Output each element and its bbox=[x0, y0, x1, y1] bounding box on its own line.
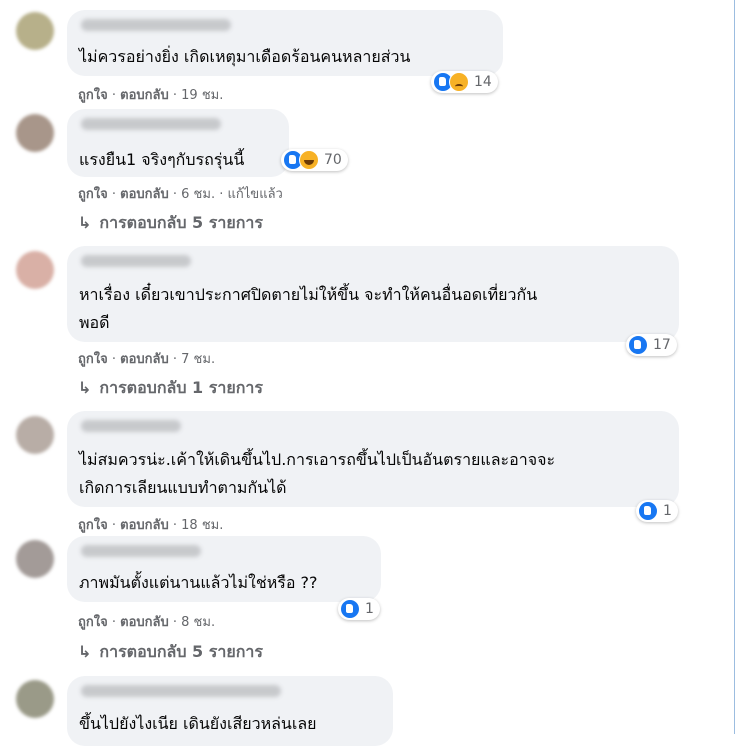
like-link[interactable]: ถูกใจ bbox=[78, 518, 108, 533]
replies-label: การตอบกลับ 5 รายการ bbox=[99, 213, 263, 232]
avatar[interactable] bbox=[16, 251, 54, 289]
timestamp[interactable]: 19 ชม. bbox=[181, 88, 223, 103]
reply-arrow-icon: ↳ bbox=[78, 642, 92, 661]
comment-bubble: ขึ้นไปยังไงเนีย เดินยังเสียวหล่นเลย bbox=[67, 676, 393, 746]
reaction-count: 1 bbox=[663, 503, 672, 519]
comment-meta: ถูกใจ · ตอบกลับ · 6 ชม. · แก้ไขแล้ว bbox=[78, 187, 283, 202]
replies-label: การตอบกลับ 1 รายการ bbox=[99, 378, 263, 397]
comment-text: แรงยืน1 จริงๆกับรถรุ่นนี้ bbox=[79, 150, 245, 169]
timestamp[interactable]: 6 ชม. bbox=[181, 187, 215, 202]
comment-bubble: ไม่สมควรน่ะ.เค้าให้เดินขึ้นไป.การเอารถขึ… bbox=[67, 411, 679, 507]
comment-meta: ถูกใจ · ตอบกลับ · 7 ชม. bbox=[78, 352, 216, 367]
comment-text: ภาพมันตั้งแต่นานแล้วไม่ใช่หรือ ?? bbox=[79, 573, 318, 592]
comment-text-line: หาเรื่อง เดี๋ยวเขาประกาศปิดตายไม่ให้ขึ้น… bbox=[79, 285, 538, 304]
author-name-blurred[interactable] bbox=[81, 118, 221, 130]
like-link[interactable]: ถูกใจ bbox=[78, 352, 108, 367]
sad-icon bbox=[449, 72, 469, 92]
author-name-blurred[interactable] bbox=[81, 255, 191, 267]
reply-link[interactable]: ตอบกลับ bbox=[120, 187, 169, 202]
author-name-blurred[interactable] bbox=[81, 420, 181, 432]
comment-meta: ถูกใจ · ตอบกลับ · 19 ชม. bbox=[78, 88, 224, 103]
comment-bubble: แรงยืน1 จริงๆกับรถรุ่นนี้ bbox=[67, 109, 289, 177]
avatar[interactable] bbox=[16, 540, 54, 578]
like-link[interactable]: ถูกใจ bbox=[78, 88, 108, 103]
author-name-blurred[interactable] bbox=[81, 19, 231, 31]
comment-text-line: พอดี bbox=[79, 313, 110, 332]
timestamp[interactable]: 8 ชม. bbox=[181, 615, 215, 630]
comment-bubble: ไม่ควรอย่างยิ่ง เกิดเหตุมาเดือดร้อนคนหลา… bbox=[67, 10, 503, 76]
view-replies-link[interactable]: ↳ การตอบกลับ 5 รายการ bbox=[78, 640, 263, 665]
comment-meta: ถูกใจ · ตอบกลับ · 8 ชม. bbox=[78, 615, 216, 630]
reaction-summary[interactable]: 1 bbox=[636, 500, 678, 522]
avatar[interactable] bbox=[16, 12, 54, 50]
comment-bubble: หาเรื่อง เดี๋ยวเขาประกาศปิดตายไม่ให้ขึ้น… bbox=[67, 246, 679, 342]
reply-arrow-icon: ↳ bbox=[78, 378, 92, 397]
like-link[interactable]: ถูกใจ bbox=[78, 187, 108, 202]
timestamp[interactable]: 18 ชม. bbox=[181, 518, 223, 533]
replies-label: การตอบกลับ 5 รายการ bbox=[99, 642, 263, 661]
reply-arrow-icon: ↳ bbox=[78, 213, 92, 232]
reaction-count: 14 bbox=[474, 74, 492, 90]
reply-link[interactable]: ตอบกลับ bbox=[120, 352, 169, 367]
reaction-count: 1 bbox=[365, 601, 374, 617]
reply-link[interactable]: ตอบกลับ bbox=[120, 518, 169, 533]
like-icon bbox=[628, 335, 648, 355]
reaction-count: 17 bbox=[653, 337, 671, 353]
avatar[interactable] bbox=[16, 680, 54, 718]
comment-bubble: ภาพมันตั้งแต่นานแล้วไม่ใช่หรือ ?? bbox=[67, 536, 381, 602]
timestamp[interactable]: 7 ชม. bbox=[181, 352, 215, 367]
reaction-summary[interactable]: 70 bbox=[281, 149, 348, 171]
comment-text-line: เกิดการเลียนแบบทำตามกันได้ bbox=[79, 478, 287, 497]
reaction-summary[interactable]: 1 bbox=[338, 598, 380, 620]
edited-label[interactable]: แก้ไขแล้ว bbox=[228, 187, 283, 202]
reaction-summary[interactable]: 14 bbox=[431, 71, 498, 93]
view-replies-link[interactable]: ↳ การตอบกลับ 5 รายการ bbox=[78, 211, 263, 236]
reply-link[interactable]: ตอบกลับ bbox=[120, 615, 169, 630]
reply-link[interactable]: ตอบกลับ bbox=[120, 88, 169, 103]
reaction-summary[interactable]: 17 bbox=[626, 334, 677, 356]
author-name-blurred[interactable] bbox=[81, 545, 201, 557]
avatar[interactable] bbox=[16, 416, 54, 454]
comment-text: ไม่ควรอย่างยิ่ง เกิดเหตุมาเดือดร้อนคนหลา… bbox=[79, 47, 411, 66]
like-link[interactable]: ถูกใจ bbox=[78, 615, 108, 630]
view-replies-link[interactable]: ↳ การตอบกลับ 1 รายการ bbox=[78, 376, 263, 401]
avatar[interactable] bbox=[16, 114, 54, 152]
reaction-count: 70 bbox=[324, 152, 342, 168]
comment-text-line: ไม่สมควรน่ะ.เค้าให้เดินขึ้นไป.การเอารถขึ… bbox=[79, 450, 556, 469]
like-icon bbox=[638, 501, 658, 521]
like-icon bbox=[340, 599, 360, 619]
comment-meta: ถูกใจ · ตอบกลับ · 18 ชม. bbox=[78, 518, 224, 533]
haha-icon bbox=[299, 150, 319, 170]
author-name-blurred[interactable] bbox=[81, 685, 281, 697]
